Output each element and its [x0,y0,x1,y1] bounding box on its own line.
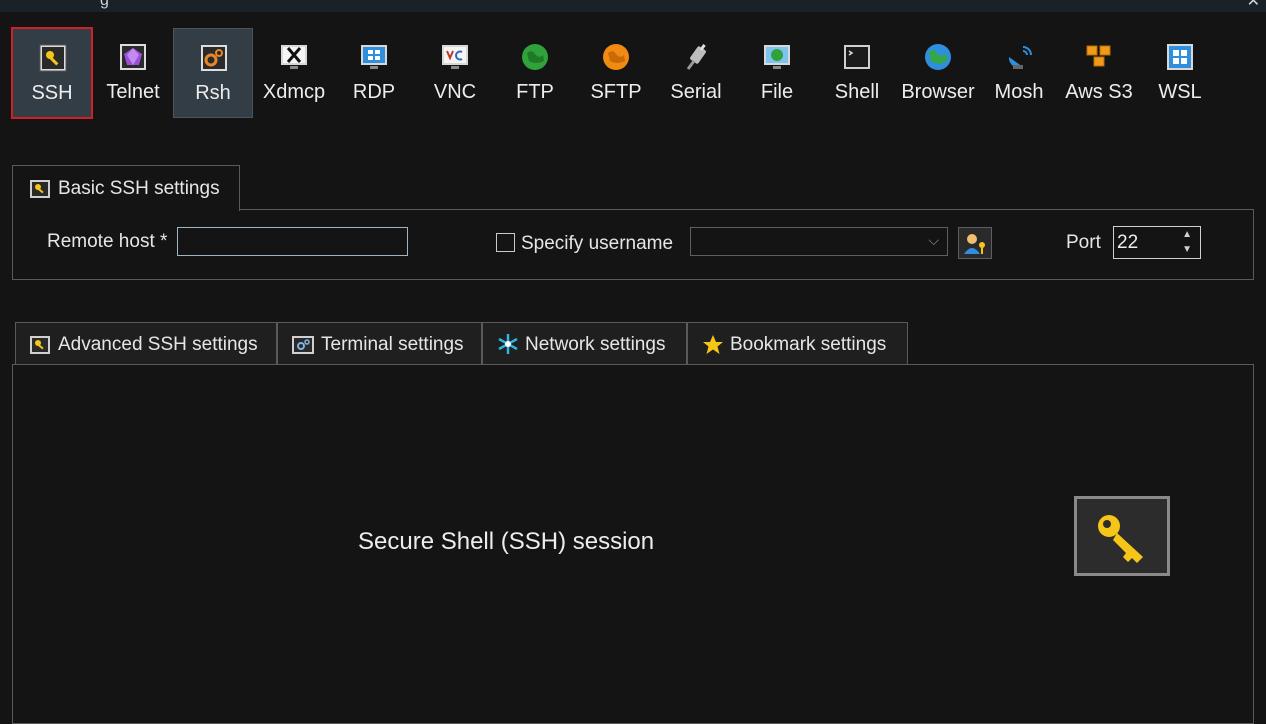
specify-username-checkbox[interactable] [496,233,515,252]
port-label: Port [1066,232,1101,253]
chevron-down-icon: ⌵ [928,232,939,248]
tab-terminal-settings[interactable]: Terminal settings [277,322,482,365]
tab-label: Basic SSH settings [58,178,220,199]
tab-label: Network settings [525,334,666,355]
session-type-mosh[interactable]: Mosh [979,28,1059,118]
rsh-gears-icon [201,45,227,71]
wrench-key-icon [30,336,50,354]
rdp-windows-icon [361,45,387,69]
session-type-label: VNC [433,81,477,103]
tab-bookmark-settings[interactable]: Bookmark settings [687,322,908,365]
remote-host-input[interactable] [177,227,408,256]
browser-globe-icon [925,44,951,70]
session-type-label: Aws S3 [1065,81,1133,103]
session-type-label: Shell [834,81,880,103]
tab-label: Terminal settings [321,334,464,355]
spin-down-icon[interactable]: ▼ [1182,244,1192,255]
file-globe-monitor-icon [764,45,790,69]
ssh-key-icon [39,44,67,72]
sftp-globe-icon [603,44,629,70]
session-type-label: Rsh [195,82,231,104]
session-type-label: Serial [670,81,722,103]
session-type-file[interactable]: File [737,28,817,118]
remote-host-label: Remote host * [47,231,168,252]
session-type-label: SFTP [590,81,642,103]
star-icon [703,335,723,354]
session-type-shell[interactable]: Shell [817,28,897,118]
session-type-label: Telnet [106,81,160,103]
tab-network-settings[interactable]: Network settings [482,322,687,365]
wrench-key-icon [30,180,50,198]
session-type-vnc[interactable]: VNC [415,28,495,118]
spin-up-icon[interactable]: ▲ [1182,229,1192,240]
close-icon[interactable]: ✕ [1247,0,1260,11]
serial-plug-icon [686,44,706,70]
session-type-rsh[interactable]: Rsh [173,28,253,118]
session-type-sftp[interactable]: SFTP [576,28,656,118]
session-description: Secure Shell (SSH) session [358,528,655,555]
session-type-label: Xdmcp [262,81,326,103]
tab-label: Advanced SSH settings [58,334,258,355]
session-type-label: FTP [516,81,554,103]
window-title: g [100,0,109,9]
session-type-label: RDP [352,81,396,103]
tab-advanced-ssh-settings[interactable]: Advanced SSH settings [15,322,277,365]
wsl-windows-icon [1167,44,1193,70]
session-type-label: Mosh [994,81,1044,103]
session-type-ftp[interactable]: FTP [495,28,575,118]
tab-basic-ssh-settings[interactable]: Basic SSH settings [12,165,240,211]
session-type-label: SSH [31,82,73,104]
session-type-label: File [760,81,794,103]
ftp-globe-icon [522,44,548,70]
key-icon [1098,515,1143,563]
session-type-aws-s3[interactable]: Aws S3 [1059,28,1139,118]
session-type-xdmcp[interactable]: Xdmcp [254,28,334,118]
terminal-gears-icon [292,336,314,354]
session-type-wsl[interactable]: WSL [1140,28,1220,118]
session-type-telnet[interactable]: Telnet [93,28,173,118]
mosh-satellite-icon [1008,46,1032,69]
tab-label: Bookmark settings [730,334,887,355]
title-bar: g ✕ [0,0,1266,12]
telnet-gem-icon [120,44,146,70]
user-key-icon [964,234,985,254]
xdmcp-x-icon [281,45,307,69]
network-star-icon [498,334,518,354]
session-type-serial[interactable]: Serial [656,28,736,118]
session-type-rdp[interactable]: RDP [334,28,414,118]
session-type-label: WSL [1158,81,1202,103]
user-credentials-button[interactable] [958,227,992,259]
ssh-key-large-icon [1074,496,1170,576]
port-spinbox[interactable]: 22 ▲ ▼ [1113,226,1201,259]
vnc-monitor-icon [442,45,468,69]
session-type-label: Browser [901,81,975,103]
port-value: 22 [1117,232,1139,253]
username-dropdown[interactable]: ⌵ [690,227,948,256]
session-type-ssh[interactable]: SSH [11,27,93,119]
session-type-browser[interactable]: Browser [898,28,978,118]
specify-username-label: Specify username [521,233,674,254]
aws-s3-cubes-icon [1086,45,1111,67]
session-type-bar: SSH Telnet Rsh Xdmcp RDP VNC FTP SFTP Se… [11,27,1252,120]
shell-terminal-icon [844,45,870,69]
